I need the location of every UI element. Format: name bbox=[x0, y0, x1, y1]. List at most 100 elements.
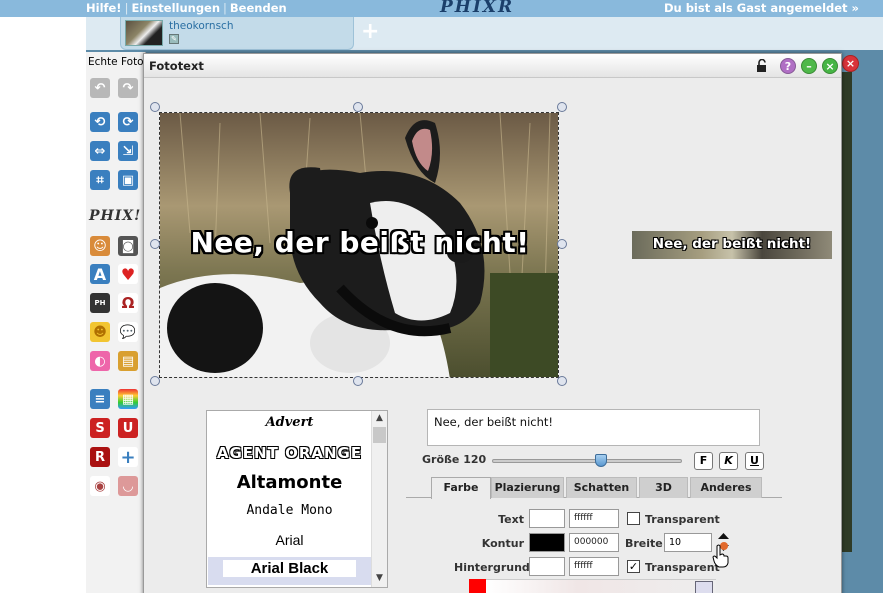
size-slider-thumb[interactable] bbox=[595, 454, 607, 467]
crop-icon[interactable]: ⌗ bbox=[90, 170, 110, 190]
eye-icon[interactable]: ◉ bbox=[90, 476, 110, 496]
background-color-swatch[interactable] bbox=[529, 557, 565, 576]
tab-farbe[interactable]: Farbe bbox=[431, 477, 491, 499]
font-item[interactable]: Arial bbox=[208, 532, 371, 560]
tab-thumbnail bbox=[125, 20, 163, 46]
close-icon[interactable]: × bbox=[822, 58, 838, 74]
text-preview: Nee, der beißt nicht! bbox=[632, 231, 832, 259]
tab-anderes[interactable]: Anderes bbox=[690, 477, 762, 498]
adjust-sliders-icon[interactable]: ≡ bbox=[90, 389, 110, 409]
left-margin bbox=[0, 17, 86, 593]
tab-settings-icon[interactable]: ✎ bbox=[169, 34, 179, 44]
text-color-swatch[interactable] bbox=[529, 509, 565, 528]
resize-handle-tl[interactable] bbox=[150, 102, 160, 112]
resize-icon[interactable]: ⇲ bbox=[118, 141, 138, 161]
image-canvas[interactable]: Nee, der beißt nicht! bbox=[159, 112, 559, 378]
font-item[interactable]: Advert bbox=[208, 415, 371, 443]
quit-link[interactable]: Beenden bbox=[230, 1, 287, 15]
color-picker-area[interactable] bbox=[486, 579, 716, 593]
text-color-hex[interactable]: ffffff bbox=[569, 509, 619, 528]
size-slider-track[interactable] bbox=[492, 459, 682, 463]
mouth-icon[interactable]: ◡ bbox=[118, 476, 138, 496]
tab-plazierung[interactable]: Plazierung bbox=[491, 477, 564, 498]
horseshoe-icon[interactable]: Ω bbox=[118, 293, 138, 313]
heart-icon[interactable]: ♥ bbox=[118, 264, 138, 284]
frame-icon[interactable]: ▣ bbox=[118, 170, 138, 190]
background-color-hex[interactable]: ffffff bbox=[569, 557, 619, 576]
font-item[interactable]: AGENT ORANGE bbox=[208, 444, 371, 472]
caption-text[interactable]: Nee, der beißt nicht! bbox=[160, 226, 558, 259]
contour-color-hex[interactable]: 000000 bbox=[569, 533, 619, 552]
bold-button[interactable]: F bbox=[694, 452, 713, 470]
tab-3d[interactable]: 3D bbox=[639, 477, 688, 498]
redo-icon[interactable]: ↷ bbox=[118, 78, 138, 98]
text-transparent-label: Transparent bbox=[645, 513, 720, 526]
contour-color-label: Kontur bbox=[481, 537, 524, 550]
fototext-dialog: Fototext ? – × Nee, der beißt nicht! Nee… bbox=[143, 53, 842, 593]
rotate-left-icon[interactable]: ⟲ bbox=[90, 112, 110, 132]
settings-link[interactable]: Einstellungen bbox=[131, 1, 220, 15]
color-bars-icon[interactable]: ▦ bbox=[118, 389, 138, 409]
contour-width-label: Breite bbox=[625, 537, 663, 550]
underline-button[interactable]: U bbox=[745, 452, 764, 470]
scroll-down-icon[interactable]: ▼ bbox=[372, 571, 387, 586]
plus-icon[interactable]: + bbox=[118, 447, 138, 468]
speech-bubble-icon[interactable]: 💬 bbox=[118, 322, 138, 342]
text-transparent-checkbox[interactable] bbox=[627, 512, 640, 525]
s-icon[interactable]: S bbox=[90, 418, 110, 438]
u-icon[interactable]: U bbox=[118, 418, 138, 438]
resize-handle-r[interactable] bbox=[557, 239, 567, 249]
contour-color-swatch[interactable] bbox=[529, 533, 565, 552]
help-link[interactable]: Hilfe! bbox=[86, 1, 122, 15]
dialog-titlebar[interactable]: Fototext ? – × bbox=[144, 54, 841, 78]
resize-handle-b[interactable] bbox=[353, 376, 363, 386]
background-transparent-label: Transparent bbox=[645, 561, 720, 574]
unlock-icon[interactable] bbox=[755, 59, 769, 73]
phixr-rules-icon[interactable]: PH bbox=[90, 293, 110, 313]
caption-text-input[interactable]: Nee, der beißt nicht! bbox=[427, 409, 760, 446]
dialog-title: Fototext bbox=[149, 59, 204, 73]
tool-panel: Echte Fotos ↶ ↷ ⟲ ⟳ ⇔ ⇲ ⌗ ▣ PHIX! ☺ ◙ A … bbox=[86, 52, 146, 593]
image-tab-row: theokornsch ✎ + bbox=[86, 17, 883, 50]
app-logo: PHIXR bbox=[440, 0, 515, 17]
font-item-selected[interactable]: Arial Black bbox=[208, 557, 371, 585]
top-bar: Hilfe! | Einstellungen | Beenden PHIXR Du bi… bbox=[0, 0, 883, 17]
image-tab[interactable]: theokornsch ✎ bbox=[120, 17, 354, 50]
resize-handle-tr[interactable] bbox=[557, 102, 567, 112]
shapes-icon[interactable]: ◐ bbox=[90, 351, 110, 371]
minimize-icon[interactable]: – bbox=[801, 58, 817, 74]
face-icon[interactable]: ☺ bbox=[90, 236, 110, 256]
scroll-up-icon[interactable]: ▲ bbox=[372, 411, 387, 426]
camera-icon[interactable]: ◙ bbox=[118, 236, 138, 256]
font-item[interactable]: Andale Mono bbox=[208, 503, 371, 531]
color-picker-scroll[interactable] bbox=[695, 581, 713, 593]
font-list-scrollbar[interactable]: ▲ ▼ bbox=[371, 411, 387, 587]
resize-handle-bl[interactable] bbox=[150, 376, 160, 386]
preview-caption: Nee, der beißt nicht! bbox=[652, 236, 812, 252]
help-icon[interactable]: ? bbox=[780, 58, 796, 74]
contour-width-input[interactable]: 10 bbox=[664, 533, 712, 552]
guest-login-link[interactable]: Du bist als Gast angemeldet » bbox=[664, 1, 859, 15]
tool-panel-header[interactable]: Echte Fotos bbox=[88, 56, 144, 68]
resize-handle-t[interactable] bbox=[353, 102, 363, 112]
background-transparent-checkbox[interactable]: ✓ bbox=[627, 560, 640, 573]
undo-icon[interactable]: ↶ bbox=[90, 78, 110, 98]
background-close-icon[interactable]: × bbox=[842, 55, 859, 72]
selected-font-label: Arial Black bbox=[222, 560, 357, 577]
tab-schatten[interactable]: Schatten bbox=[566, 477, 637, 498]
flip-icon[interactable]: ⇔ bbox=[90, 141, 110, 161]
scroll-thumb[interactable] bbox=[373, 427, 386, 443]
font-item[interactable]: Altamonte bbox=[208, 472, 371, 500]
add-tab-button[interactable]: + bbox=[361, 21, 379, 43]
resize-handle-l[interactable] bbox=[150, 239, 160, 249]
italic-button[interactable]: K bbox=[719, 452, 738, 470]
smiley-icon[interactable]: ☻ bbox=[90, 322, 110, 342]
hue-strip[interactable] bbox=[469, 579, 486, 593]
sticker-icon[interactable]: ▤ bbox=[118, 351, 138, 371]
text-icon[interactable]: A bbox=[90, 264, 110, 284]
font-list[interactable]: Advert AGENT ORANGE Altamonte Andale Mon… bbox=[206, 410, 388, 588]
resize-handle-br[interactable] bbox=[557, 376, 567, 386]
r-icon[interactable]: R bbox=[90, 447, 110, 467]
rotate-right-icon[interactable]: ⟳ bbox=[118, 112, 138, 132]
text-color-label: Text bbox=[498, 513, 524, 526]
